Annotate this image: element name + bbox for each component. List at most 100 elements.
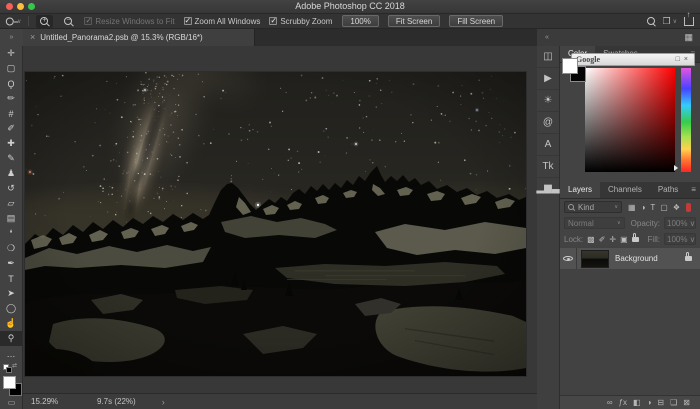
- tab-layers[interactable]: Layers: [560, 182, 600, 198]
- histogram-panel-icon[interactable]: ▂▆▃: [537, 177, 559, 199]
- restore-window-icon[interactable]: □: [674, 56, 682, 63]
- lasso-tool[interactable]: Ϙ: [0, 76, 22, 91]
- actions-panel-icon[interactable]: ▶: [537, 67, 559, 89]
- panel-foreground-swatch[interactable]: [562, 58, 578, 74]
- workspace-switcher[interactable]: ❐ ∨: [663, 16, 677, 27]
- history-brush-tool[interactable]: ↺: [0, 181, 22, 196]
- close-tab-icon[interactable]: ×: [30, 29, 35, 46]
- adjustments-panel-icon[interactable]: ☀: [537, 89, 559, 111]
- default-colors-button[interactable]: ⇄: [3, 364, 19, 373]
- hue-strip[interactable]: [681, 68, 691, 172]
- filter-smart-objects-icon[interactable]: ❖: [673, 203, 680, 212]
- delete-layer-icon[interactable]: ⊠: [683, 398, 690, 407]
- toolbar-expand-button[interactable]: »: [0, 29, 23, 46]
- chevron-down-icon: ∨: [673, 18, 677, 25]
- lock-artboard-icon[interactable]: ▣: [620, 235, 628, 244]
- current-tool-button[interactable]: ∨: [6, 17, 21, 26]
- tab-channels[interactable]: Channels: [600, 182, 650, 198]
- spot-healing-brush-tool[interactable]: ✚: [0, 136, 22, 151]
- filter-pixel-layers-icon[interactable]: ▦: [628, 203, 636, 212]
- new-layer-icon[interactable]: ❏: [670, 398, 677, 407]
- fill-value: 100%: [667, 235, 687, 244]
- new-group-icon[interactable]: ⊟: [657, 398, 664, 407]
- document-tab[interactable]: × Untitled_Panorama2.psb @ 15.3% (RGB/16…: [23, 29, 255, 46]
- blend-mode-dropdown[interactable]: Normal ∨: [564, 217, 625, 229]
- glyphs-panel-icon[interactable]: A: [537, 133, 559, 155]
- document-info[interactable]: 9.7s (22%): [97, 397, 136, 406]
- share-icon[interactable]: [684, 17, 694, 26]
- brush-tool[interactable]: ✎: [0, 151, 22, 166]
- filter-kind-dropdown[interactable]: Kind ∨: [564, 201, 622, 213]
- eraser-tool[interactable]: ▱: [0, 196, 22, 211]
- layer-style-icon[interactable]: ƒx: [619, 398, 627, 407]
- zoom-in-button[interactable]: +: [36, 15, 53, 28]
- saturation-brightness-box[interactable]: [585, 68, 675, 172]
- move-tool[interactable]: ✛: [0, 46, 22, 61]
- zoom-100-button[interactable]: 100%: [342, 15, 378, 27]
- quick-selection-tool[interactable]: ✏: [0, 91, 22, 106]
- filter-adjustment-layers-icon[interactable]: ◑: [641, 203, 646, 212]
- search-icon[interactable]: [647, 17, 656, 26]
- lock-paint-icon[interactable]: ✐: [599, 235, 606, 244]
- lock-position-icon[interactable]: ✛: [609, 235, 616, 244]
- canvas-pasteboard[interactable]: [23, 46, 537, 393]
- zoom-out-button[interactable]: −: [60, 15, 77, 28]
- panel-options-icon[interactable]: ▦: [684, 29, 693, 46]
- lock-all-icon[interactable]: [632, 237, 639, 242]
- gradient-tool[interactable]: ▤: [0, 211, 22, 226]
- hue-marker-icon[interactable]: [674, 165, 678, 171]
- hand-tool[interactable]: ☝: [0, 316, 22, 331]
- filter-shape-layers-icon[interactable]: ▢: [660, 203, 668, 212]
- google-floating-window[interactable]: Google □ ×: [571, 53, 695, 66]
- screen-mode-button[interactable]: ▭: [0, 398, 23, 407]
- layer-thumbnail[interactable]: [581, 250, 609, 268]
- blur-tool[interactable]: ❛: [0, 226, 22, 241]
- filter-type-layers-icon[interactable]: T: [650, 203, 655, 212]
- pen-tool[interactable]: ✒: [0, 256, 22, 271]
- character-styles-panel-icon[interactable]: @: [537, 111, 559, 133]
- zoom-level-field[interactable]: 15.29%: [31, 397, 73, 406]
- add-layer-mask-icon[interactable]: ◧: [633, 398, 641, 407]
- close-window-icon[interactable]: ×: [682, 56, 690, 63]
- canvas-image[interactable]: [25, 72, 526, 376]
- minimize-window-button[interactable]: [17, 3, 24, 10]
- opacity-field[interactable]: 100% ∨: [664, 217, 696, 229]
- status-flyout-chevron-icon[interactable]: ›: [162, 397, 165, 407]
- opacity-value: 100%: [667, 219, 687, 228]
- shape-tool[interactable]: ◯: [0, 301, 22, 316]
- lock-row: Lock: ▩✐✛▣ Fill: 100% ∨: [560, 231, 700, 247]
- link-layers-icon[interactable]: ∞: [607, 398, 613, 407]
- filter-kind-label: Kind: [578, 203, 594, 212]
- typekit-panel-icon[interactable]: Tk: [537, 155, 559, 177]
- checkbox-resize-windows-to-fit[interactable]: Resize Windows to Fit: [84, 17, 174, 26]
- path-selection-tool[interactable]: ➤: [0, 286, 22, 301]
- swap-colors-icon[interactable]: ⇄: [12, 362, 17, 369]
- fit-screen-button[interactable]: Fit Screen: [388, 15, 440, 27]
- marquee-tool[interactable]: ▢: [0, 61, 22, 76]
- dodge-tool[interactable]: ❍: [0, 241, 22, 256]
- zoom-window-button[interactable]: [28, 3, 35, 10]
- checkbox-zoom-all-windows[interactable]: Zoom All Windows: [184, 17, 261, 26]
- checkbox-scrubby-zoom[interactable]: Scrubby Zoom: [269, 17, 332, 26]
- panel-menu-icon[interactable]: ≡: [686, 182, 700, 198]
- visibility-cell[interactable]: [560, 248, 577, 269]
- dock-collapse-button[interactable]: «: [545, 29, 549, 46]
- type-tool[interactable]: T: [0, 271, 22, 286]
- clone-source-panel-icon[interactable]: ◫: [537, 46, 559, 67]
- filter-toggle-icon[interactable]: [686, 203, 691, 212]
- fill-field[interactable]: 100% ∨: [664, 233, 696, 245]
- foreground-color-swatch[interactable]: [3, 376, 16, 389]
- clone-stamp-tool[interactable]: ♟: [0, 166, 22, 181]
- fill-screen-button[interactable]: Fill Screen: [449, 15, 503, 27]
- tab-paths[interactable]: Paths: [650, 182, 686, 198]
- layer-row-background[interactable]: Background: [560, 248, 700, 269]
- crop-tool[interactable]: #: [0, 106, 22, 121]
- lock-transparency-icon[interactable]: ▩: [587, 235, 595, 244]
- edit-toolbar-button[interactable]: …: [0, 346, 22, 361]
- new-adjustment-layer-icon[interactable]: ◑: [647, 398, 652, 407]
- eyedropper-tool[interactable]: ✐: [0, 121, 22, 136]
- chevron-down-icon: ∨: [614, 220, 621, 226]
- zoom-tool[interactable]: ⚲: [0, 331, 22, 346]
- close-window-button[interactable]: [6, 3, 13, 10]
- filter-icons: ▦ ◑ T ▢ ❖: [628, 203, 680, 212]
